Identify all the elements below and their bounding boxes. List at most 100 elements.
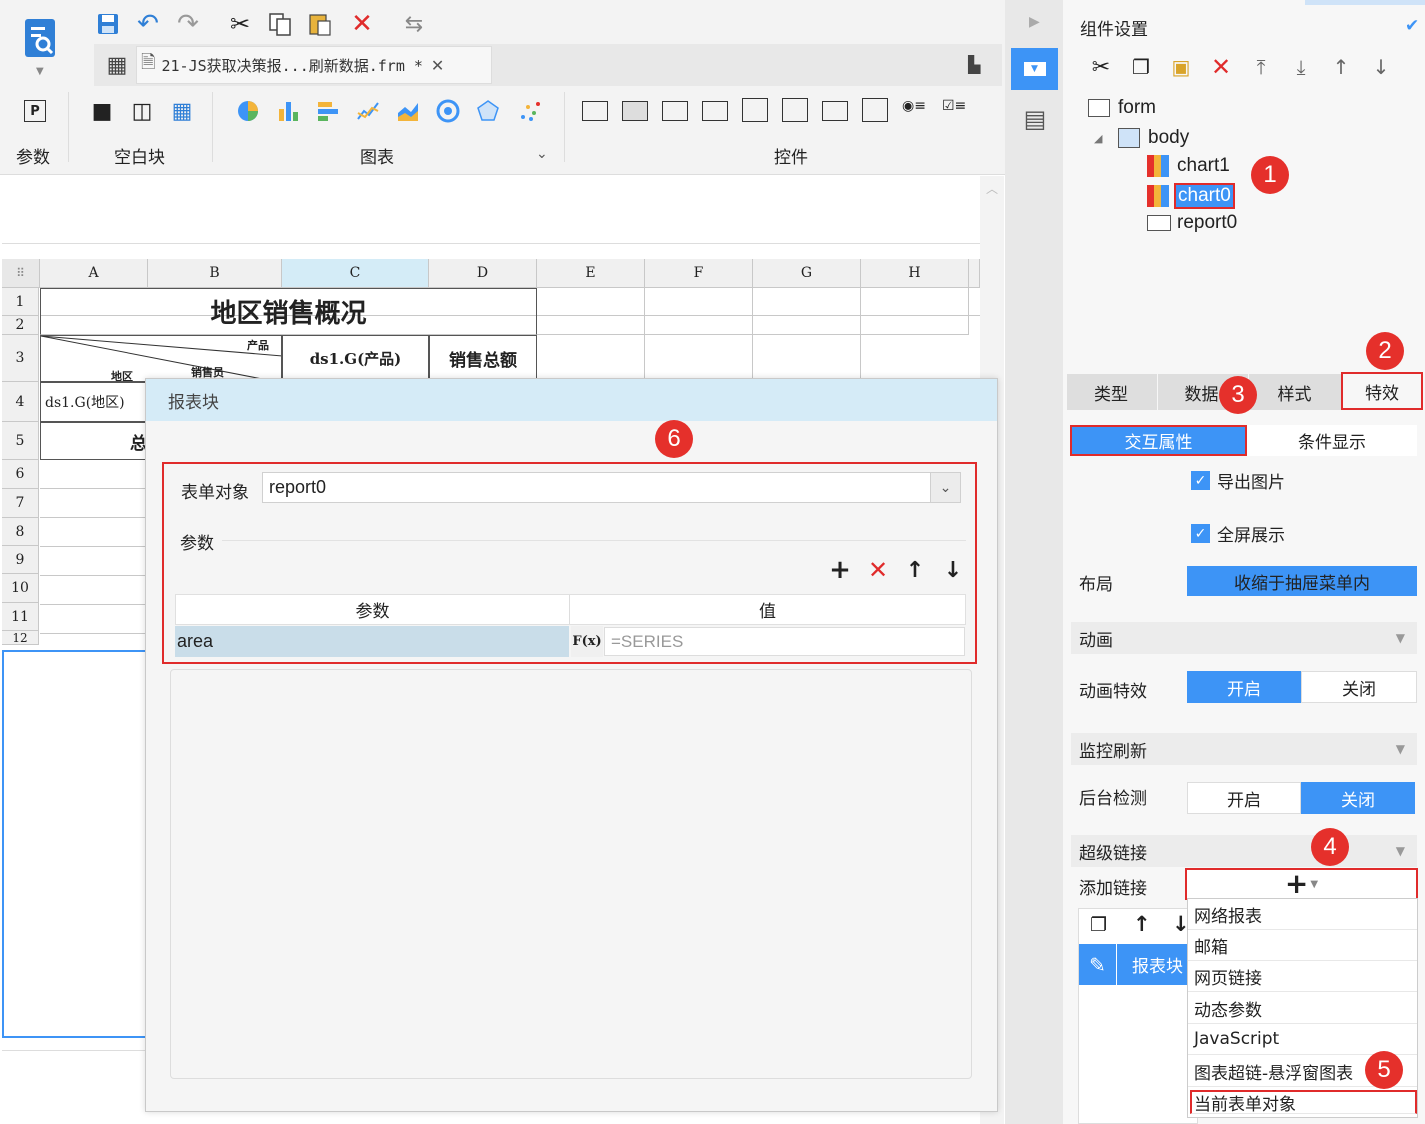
bg-check-off-button[interactable]: 关闭	[1301, 782, 1415, 814]
row-header-2[interactable]: 2	[2, 316, 39, 335]
save-icon[interactable]	[94, 10, 122, 38]
move-down-param-icon[interactable]: ↓	[942, 558, 964, 583]
col-header-f[interactable]: F	[645, 259, 753, 288]
swap-icon[interactable]: ⇆	[400, 10, 428, 38]
pin-icon[interactable]: ✔	[1405, 16, 1419, 36]
subtab-condition[interactable]: 条件显示	[1247, 425, 1417, 456]
row-header-5[interactable]: 5	[2, 422, 39, 460]
col-header-h[interactable]: H	[861, 259, 969, 288]
param-row[interactable]: area	[175, 626, 569, 657]
bar-chart-icon[interactable]	[274, 97, 302, 125]
app-logo-icon[interactable]	[22, 16, 58, 60]
cell-a5[interactable]: 总	[40, 422, 148, 460]
tree-report0[interactable]: report0	[1147, 212, 1237, 234]
title-cell[interactable]: 地区销售概况	[40, 288, 537, 335]
chart-widget-area[interactable]	[2, 650, 150, 1038]
col-header-g[interactable]: G	[753, 259, 861, 288]
paste-icon[interactable]	[306, 10, 334, 38]
redo-icon[interactable]: ↷	[174, 9, 202, 39]
move-top-icon[interactable]: ⤒	[1248, 55, 1274, 79]
move-up-param-icon[interactable]: ↑	[904, 558, 926, 583]
bg-check-on-button[interactable]: 开启	[1187, 782, 1301, 814]
date-widget-icon[interactable]	[782, 98, 808, 122]
animation-on-button[interactable]: 开启	[1187, 671, 1301, 703]
menu-item-web-link[interactable]: 网页链接	[1188, 961, 1417, 992]
hbar-chart-icon[interactable]	[314, 97, 342, 125]
monitor-section[interactable]: 监控刷新 ▼	[1071, 733, 1417, 765]
tab-block-icon[interactable]: ▦	[168, 97, 196, 125]
param-icon[interactable]: P	[24, 100, 46, 122]
link-item[interactable]: 报表块	[1117, 944, 1197, 985]
add-param-icon[interactable]: +	[828, 555, 852, 585]
delete-icon[interactable]: ✕	[1208, 53, 1234, 81]
copy-icon[interactable]: ❐	[1128, 55, 1154, 79]
animation-off-button[interactable]: 关闭	[1301, 671, 1417, 703]
tree-chart0[interactable]: chart0	[1147, 183, 1235, 209]
tab-effects[interactable]: 特效	[1341, 372, 1423, 410]
line-chart-icon[interactable]	[354, 97, 382, 125]
move-bottom-icon[interactable]: ⤓	[1288, 55, 1314, 79]
blank-block-icon[interactable]: ■	[88, 97, 116, 125]
chart-more-icon[interactable]: ⌄	[536, 146, 548, 162]
row-header-6[interactable]: 6	[2, 460, 39, 489]
col-header-e[interactable]: E	[537, 259, 645, 288]
diagonal-header-cell[interactable]: 产品 销售员 地区	[40, 335, 282, 382]
menu-item-web-report[interactable]: 网络报表	[1188, 899, 1417, 930]
menu-item-current-form-object[interactable]: 当前表单对象	[1190, 1090, 1417, 1115]
layout-icon[interactable]: ▤	[1020, 104, 1050, 134]
combo-widget-icon[interactable]	[702, 101, 728, 121]
split-block-icon[interactable]: ◫	[128, 97, 156, 125]
menu-item-dynamic-param[interactable]: 动态参数	[1188, 993, 1417, 1024]
layout-select[interactable]: 收缩于抽屉菜单内	[1187, 566, 1417, 596]
move-up-link-icon[interactable]: ↑	[1133, 912, 1151, 936]
add-link-button[interactable]: + ▼	[1185, 868, 1418, 900]
subtab-interaction[interactable]: 交互属性	[1070, 425, 1247, 456]
delete-param-icon[interactable]: ✕	[866, 556, 890, 584]
cut-icon[interactable]: ✂	[226, 10, 254, 38]
paste-icon[interactable]: ▣	[1168, 55, 1194, 79]
form-object-select[interactable]: report0 ⌄	[262, 472, 961, 503]
row-header-3[interactable]: 3	[2, 335, 39, 382]
file-tab[interactable]: 🗎 21-JS获取决策报...刷新数据.frm * ✕	[136, 46, 492, 84]
cell-a4[interactable]: ds1.G(地区)	[40, 382, 148, 422]
row-header-8[interactable]: 8	[2, 518, 39, 546]
button-widget-icon[interactable]	[582, 101, 608, 121]
area-chart-icon[interactable]	[394, 97, 422, 125]
tree-body[interactable]: body	[1118, 127, 1189, 149]
row-header-12[interactable]: 12	[2, 631, 39, 645]
row-header-11[interactable]: 11	[2, 603, 39, 631]
export-image-checkbox[interactable]: ✓ 导出图片	[1191, 468, 1285, 493]
scatter-chart-icon[interactable]	[516, 97, 544, 125]
row-header-4[interactable]: 4	[2, 382, 39, 422]
delete-icon[interactable]: ✕	[348, 9, 376, 39]
col-header-c[interactable]: C	[282, 259, 429, 288]
animation-section[interactable]: 动画 ▼	[1071, 622, 1417, 654]
tabpanel-widget-icon[interactable]	[742, 98, 768, 122]
number-widget-icon[interactable]	[822, 101, 848, 121]
row-header-1[interactable]: 1	[2, 288, 39, 316]
close-tab-icon[interactable]: ✕	[431, 56, 444, 75]
logo-dropdown-icon[interactable]: ▼	[36, 66, 44, 77]
fullscreen-checkbox[interactable]: ✓ 全屏展示	[1191, 521, 1285, 546]
textbox-widget-icon[interactable]	[662, 101, 688, 121]
col-header-d[interactable]: D	[429, 259, 537, 288]
param-value-input[interactable]: =SERIES	[604, 627, 965, 656]
hyperlink-section[interactable]: 超级链接 ▼	[1071, 835, 1417, 867]
tree-form[interactable]: form	[1088, 97, 1156, 119]
row-header-7[interactable]: 7	[2, 489, 39, 518]
move-down-icon[interactable]: ↓	[1368, 55, 1394, 79]
grid-icon[interactable]: ▦	[104, 52, 130, 78]
tree-chart1[interactable]: chart1	[1147, 155, 1230, 177]
label-widget-icon[interactable]	[622, 101, 648, 121]
tree-expand-icon[interactable]: ◢	[1094, 132, 1102, 145]
copy-icon[interactable]	[266, 10, 294, 38]
dock-widget-button[interactable]: ▼	[1011, 48, 1058, 90]
checkbox-widget-icon[interactable]: ☑≡	[942, 98, 968, 122]
formula-button[interactable]: F(x)	[571, 626, 603, 657]
menu-item-email[interactable]: 邮箱	[1188, 930, 1417, 961]
tab-menu-icon[interactable]: ▙	[968, 55, 980, 74]
col-header-b[interactable]: B	[148, 259, 282, 288]
header-cell-c[interactable]: ds1.G(产品)	[282, 335, 429, 382]
tab-style[interactable]: 样式	[1248, 374, 1340, 410]
row-header-9[interactable]: 9	[2, 546, 39, 574]
